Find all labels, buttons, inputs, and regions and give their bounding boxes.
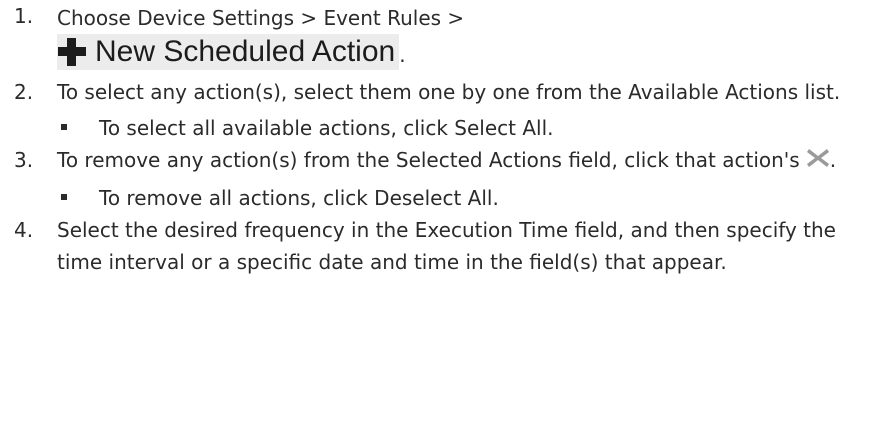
instruction-document: 1. Choose Device Settings > Event Rules … (0, 0, 882, 434)
bullet-marker (61, 124, 67, 130)
step-text: Choose Device Settings > Event Rules > (57, 6, 465, 30)
trailing-period: . (829, 148, 837, 172)
step-text: To select any action(s), select them one… (57, 80, 841, 104)
step-4: 4. Select the desired frequency in the E… (0, 214, 882, 278)
step-text: To remove any action(s) from the Selecte… (57, 148, 800, 172)
step-text: Select the desired frequency in the Exec… (57, 218, 836, 274)
sub-bullet-text: To select all available actions, click S… (99, 116, 554, 140)
step-2: 2. To select any action(s), select them … (0, 76, 882, 144)
plus-icon (57, 37, 87, 67)
new-scheduled-action-line: New Scheduled Action . (57, 34, 882, 76)
sub-bullet: To remove all actions, click Deselect Al… (57, 182, 882, 214)
step-number: 2. (14, 80, 34, 104)
step-number: 1. (14, 4, 34, 28)
sub-bullet: To select all available actions, click S… (57, 112, 882, 144)
bullet-marker (61, 194, 67, 200)
step-1: 1. Choose Device Settings > Event Rules … (0, 0, 882, 76)
step-number: 4. (14, 218, 34, 242)
step-number: 3. (14, 148, 34, 172)
sub-bullet-text: To remove all actions, click Deselect Al… (99, 186, 499, 210)
steps-list: 1. Choose Device Settings > Event Rules … (0, 0, 882, 278)
step-3: 3. To remove any action(s) from the Sele… (0, 144, 882, 214)
trailing-period: . (399, 43, 406, 67)
new-scheduled-action-label: New Scheduled Action (95, 35, 396, 68)
close-x-icon (806, 146, 830, 178)
new-scheduled-action-button[interactable]: New Scheduled Action (57, 34, 400, 70)
